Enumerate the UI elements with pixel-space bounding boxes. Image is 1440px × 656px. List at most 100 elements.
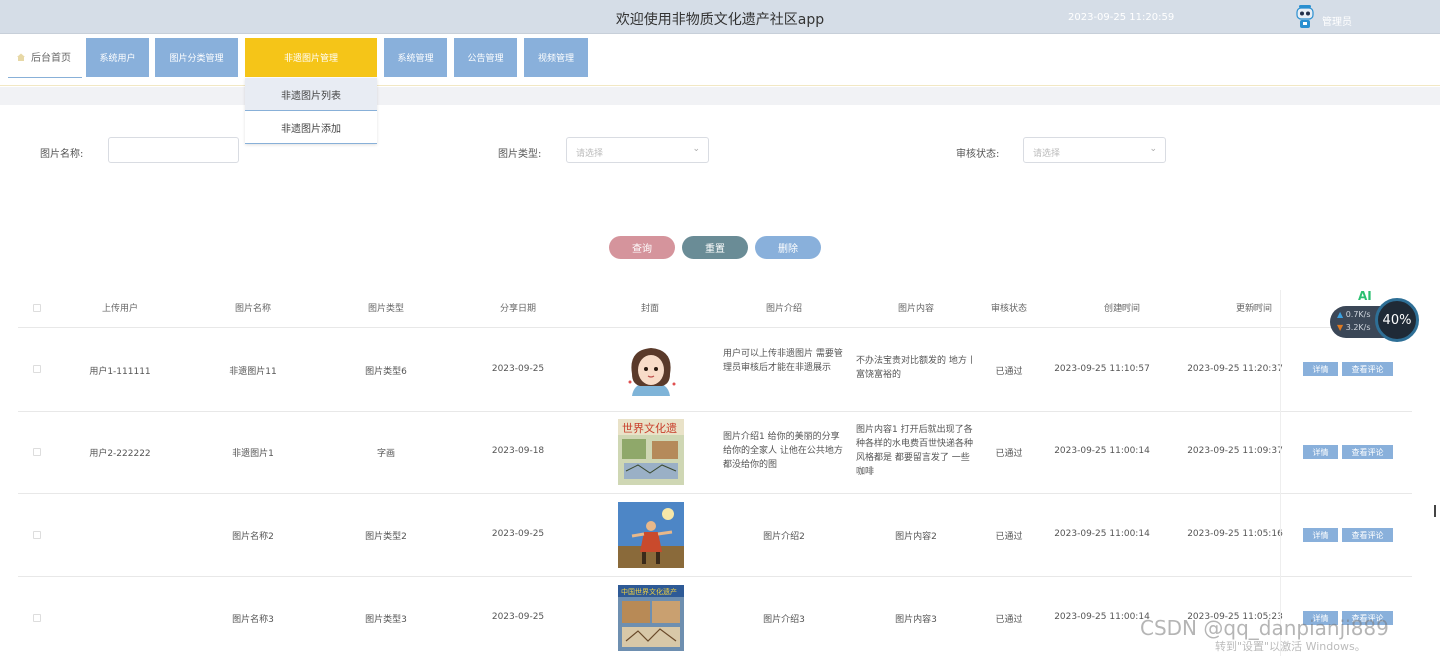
query-button[interactable]: 查询: [609, 236, 675, 259]
svg-text:中国世界文化遗产: 中国世界文化遗产: [621, 587, 677, 596]
image-name-input[interactable]: [108, 137, 239, 163]
row-checkbox[interactable]: [33, 365, 41, 373]
dropdown-item-image-list[interactable]: 非遗图片列表: [245, 78, 377, 111]
cell-date: 2023-09-25: [491, 364, 545, 374]
cell-name: 非遗图片11: [229, 367, 277, 377]
select-all-checkbox[interactable]: [33, 304, 41, 312]
cell-content: 不办法宝贵对比额发的 地方丨富饶富裕的: [856, 356, 976, 380]
col-header-date: 分享日期: [499, 304, 536, 314]
col-header-content: 图片内容: [897, 304, 934, 314]
cell-type: 图片类型2: [365, 532, 407, 542]
sort-icon[interactable]: ▲▼: [1251, 302, 1263, 311]
cursor-icon: [1434, 505, 1439, 517]
cell-created: 2023-09-25 11:00:14: [1054, 612, 1150, 622]
review-status-select[interactable]: 请选择 ⌄: [1023, 137, 1166, 163]
nav-home[interactable]: 后台首页: [8, 36, 82, 78]
nav-item-videos[interactable]: 视频管理: [524, 38, 588, 77]
view-comments-button[interactable]: 查看评论: [1342, 362, 1393, 376]
image-type-label: 图片类型:: [498, 149, 542, 160]
svg-text:世界文化遗: 世界文化遗: [622, 421, 677, 435]
cell-intro: 用户可以上传非遗图片 需要管理员审核后才能在非遗展示: [723, 349, 843, 373]
detail-button[interactable]: 详情: [1303, 528, 1338, 542]
cell-created: 2023-09-25 11:10:57: [1054, 364, 1150, 374]
col-header-name: 图片名称: [234, 304, 271, 314]
cell-created: 2023-09-25 11:00:14: [1054, 446, 1150, 456]
cell-type: 图片类型6: [365, 367, 407, 377]
cell-intro: 图片介绍1 给你的美丽的分享给你的全家人 让他在公共地方 都没给你的图: [723, 432, 843, 470]
chevron-down-icon: ⌄: [692, 144, 700, 154]
cell-updated: 2023-09-25 11:05:16: [1187, 529, 1283, 539]
cell-date: 2023-09-25: [491, 529, 545, 539]
cover-thumbnail-heritage-poster: 中国世界文化遗产: [618, 585, 684, 651]
row-divider: [18, 493, 1412, 494]
cover-thumbnail-heritage: 世界文化遗: [618, 419, 684, 485]
view-comments-button[interactable]: 查看评论: [1342, 445, 1393, 459]
nav-item-system-users[interactable]: 系统用户: [86, 38, 149, 77]
nav-item-system-management[interactable]: 系统管理: [384, 38, 447, 77]
usage-percent-circle[interactable]: 40%: [1375, 298, 1419, 342]
download-arrow-icon: ▼: [1337, 323, 1344, 332]
cell-status: 已通过: [995, 615, 1023, 625]
image-type-placeholder: 请选择: [576, 149, 604, 159]
detail-button[interactable]: 详情: [1303, 445, 1338, 459]
col-header-status: 审核状态: [990, 304, 1027, 314]
home-icon: [17, 53, 25, 61]
row-checkbox[interactable]: [33, 614, 41, 622]
cell-date: 2023-09-18: [491, 446, 545, 456]
sort-icon[interactable]: ▲▼: [1119, 302, 1131, 311]
dropdown-item-image-add[interactable]: 非遗图片添加: [245, 111, 377, 144]
cell-type: 字画: [376, 449, 395, 459]
col-header-cover: 封面: [640, 304, 659, 314]
app-title: 欢迎使用非物质文化遗产社区app: [615, 12, 825, 28]
fixed-column-divider: [1280, 290, 1281, 656]
view-comments-button[interactable]: 查看评论: [1342, 528, 1393, 542]
upload-arrow-icon: ▲: [1337, 310, 1344, 319]
upload-speed: 0.7K/s: [1345, 310, 1371, 319]
cell-user: 用户1-111111: [89, 367, 151, 377]
cell-date: 2023-09-25: [491, 612, 545, 622]
image-type-select[interactable]: 请选择 ⌄: [566, 137, 709, 163]
ai-badge[interactable]: AI: [1358, 289, 1372, 303]
image-name-label: 图片名称:: [40, 149, 84, 160]
breadcrumb-strip: [0, 87, 1440, 105]
cell-intro: 图片介绍3: [763, 615, 805, 625]
cell-user: 用户2-222222: [89, 449, 151, 459]
row-checkbox[interactable]: [33, 448, 41, 456]
user-role[interactable]: 管理员: [1322, 13, 1352, 28]
cell-type: 图片类型3: [365, 615, 407, 625]
cover-thumbnail-avatar: [618, 338, 684, 404]
row-checkbox[interactable]: [33, 531, 41, 539]
nav-item-image-category[interactable]: 图片分类管理: [155, 38, 238, 77]
cover-thumbnail-dance: [618, 502, 684, 568]
row-divider: [18, 576, 1412, 577]
chevron-down-icon: ⌄: [1149, 144, 1157, 154]
cell-name: 非遗图片1: [232, 449, 274, 459]
cell-name: 图片名称3: [232, 615, 274, 625]
nav-home-label: 后台首页: [31, 53, 71, 64]
nav-item-announcements[interactable]: 公告管理: [454, 38, 517, 77]
delete-button[interactable]: 删除: [755, 236, 821, 259]
review-status-label: 审核状态:: [956, 149, 1000, 160]
cell-created: 2023-09-25 11:00:14: [1054, 529, 1150, 539]
reset-button[interactable]: 重置: [682, 236, 748, 259]
header-divider: [18, 327, 1412, 328]
detail-button[interactable]: 详情: [1303, 362, 1338, 376]
csdn-watermark: CSDN @qq_danpianji889: [1140, 616, 1389, 640]
robot-icon: [1296, 5, 1314, 28]
cell-status: 已通过: [995, 367, 1023, 377]
row-divider: [18, 411, 1412, 412]
cell-status: 已通过: [995, 532, 1023, 542]
col-header-user: 上传用户: [101, 304, 138, 314]
cell-updated: 2023-09-25 11:20:37: [1187, 364, 1283, 374]
nav-item-heritage-images[interactable]: 非遗图片管理: [245, 38, 377, 77]
cell-content: 图片内容2: [895, 532, 937, 542]
download-speed: 3.2K/s: [1345, 323, 1371, 332]
nav-dropdown: 非遗图片列表 非遗图片添加: [245, 78, 377, 144]
cell-status: 已通过: [995, 449, 1023, 459]
cell-name: 图片名称2: [232, 532, 274, 542]
header-datetime: 2023-09-25 11:20:59: [1068, 12, 1175, 23]
col-header-type: 图片类型: [367, 304, 404, 314]
col-header-intro: 图片介绍: [765, 304, 802, 314]
cell-intro: 图片介绍2: [763, 532, 805, 542]
windows-activation-watermark: 转到"设置"以激活 Windows。: [1215, 640, 1366, 653]
